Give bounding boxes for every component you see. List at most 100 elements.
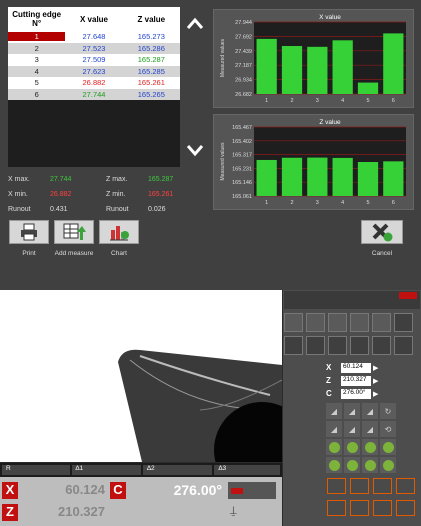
jog-button[interactable] xyxy=(326,439,342,455)
c-angle-field[interactable]: 276.00° xyxy=(341,388,371,399)
jog-button[interactable] xyxy=(380,457,396,473)
cell-x: 27.623 xyxy=(82,66,106,76)
jog-button[interactable]: ◢ xyxy=(362,421,378,437)
bar-chart-icon xyxy=(110,226,129,241)
zmin-label: Z min. xyxy=(106,191,126,198)
y-axis-label: Measured values xyxy=(220,38,226,77)
bar xyxy=(307,157,328,196)
delta1-field[interactable]: ∆1 xyxy=(71,465,141,475)
cancel-icon xyxy=(372,223,393,242)
jog-arrow-icon xyxy=(346,459,358,471)
print-button[interactable] xyxy=(9,220,49,244)
jog-button[interactable] xyxy=(362,457,378,473)
xmin-value: 26.882 xyxy=(50,191,72,198)
function-button[interactable] xyxy=(350,500,369,516)
cell-z: 165.285 xyxy=(137,66,165,76)
zmin-value: 165.261 xyxy=(148,191,174,198)
x-coordinate-field[interactable]: 60.124 xyxy=(341,362,371,373)
cell-n: 3 xyxy=(34,55,39,65)
function-button[interactable] xyxy=(396,500,415,516)
delta2-field[interactable]: ∆2 xyxy=(142,465,213,475)
table-row[interactable]: 3 27.509 165.287 xyxy=(8,54,180,66)
jog-button[interactable]: ↻ xyxy=(380,403,396,419)
function-button[interactable] xyxy=(373,500,392,516)
tool-thumbnail[interactable] xyxy=(306,336,325,355)
x-runout-value: 0.431 xyxy=(50,206,68,213)
y-tick-label: 165.317 xyxy=(232,153,252,159)
y-tick-label: 27.944 xyxy=(235,20,252,26)
y-tick-label: 165.467 xyxy=(232,125,252,131)
tool-thumbnail[interactable] xyxy=(328,313,347,332)
pin-icon[interactable]: ⍊ xyxy=(230,505,244,519)
chart-title: X value xyxy=(319,14,341,21)
x-tick-label: 4 xyxy=(341,98,344,104)
table-row[interactable]: 6 27.744 165.265 xyxy=(8,88,180,100)
function-button[interactable] xyxy=(396,478,415,494)
bar xyxy=(357,82,379,94)
bar xyxy=(383,161,404,196)
chevron-up-icon xyxy=(186,17,204,29)
jog-button[interactable]: ◢ xyxy=(344,421,360,437)
z-arrow-icon[interactable]: ▶ xyxy=(373,377,378,385)
table-row[interactable]: 5 26.882 165.261 xyxy=(8,77,180,89)
table-row[interactable]: 1 27.648 165.273 xyxy=(8,31,180,43)
cell-x: 26.882 xyxy=(82,78,106,88)
alert-indicator[interactable] xyxy=(399,292,417,299)
x-tick-label: 5 xyxy=(366,200,369,206)
tool-camera-view[interactable] xyxy=(0,290,282,462)
jog-button[interactable] xyxy=(344,439,360,455)
add-measure-button[interactable] xyxy=(54,220,94,244)
jog-button[interactable]: ◢ xyxy=(362,403,378,419)
jog-button[interactable]: ◢ xyxy=(344,403,360,419)
jog-button[interactable] xyxy=(380,439,396,455)
function-buttons xyxy=(327,478,419,522)
x-big-value: 60.124 xyxy=(65,482,105,497)
tool-thumbnail[interactable] xyxy=(284,336,303,355)
cancel-button[interactable] xyxy=(361,220,403,244)
tool-thumbnail[interactable] xyxy=(306,313,325,332)
scroll-up-button[interactable] xyxy=(184,14,206,32)
function-button[interactable] xyxy=(327,500,346,516)
r-field[interactable]: R xyxy=(2,465,70,475)
function-button[interactable] xyxy=(373,478,392,494)
tool-thumbnail[interactable] xyxy=(372,336,391,355)
x-tick-label: 3 xyxy=(316,200,319,206)
z-coordinate-field[interactable]: 210.327 xyxy=(341,375,371,386)
delta3-field[interactable]: ∆3 xyxy=(214,465,280,475)
cell-z: 165.273 xyxy=(137,32,165,42)
tool-thumbnail[interactable] xyxy=(350,336,369,355)
function-button[interactable] xyxy=(327,478,346,494)
chart-button[interactable] xyxy=(99,220,139,244)
bar xyxy=(332,40,353,94)
c-axis-label: C xyxy=(326,389,332,398)
tool-thumbnail[interactable] xyxy=(328,336,347,355)
jog-button[interactable] xyxy=(326,457,342,473)
scroll-down-button[interactable] xyxy=(184,142,206,160)
jog-button[interactable] xyxy=(344,457,360,473)
jog-button[interactable]: ◢ xyxy=(326,403,342,419)
y-tick-label: 27.439 xyxy=(235,49,252,55)
x-value-chart: X value Measured values 27.944 27.692 27.439… xyxy=(213,9,414,108)
cell-n: 5 xyxy=(34,78,39,88)
cell-x: 27.648 xyxy=(82,32,106,42)
jog-button[interactable]: ⟲ xyxy=(380,421,396,437)
tool-thumbnail[interactable] xyxy=(394,313,413,332)
tool-thumbnail[interactable] xyxy=(284,313,303,332)
x-axis-label: X xyxy=(326,363,332,372)
y-tick-label: 26.934 xyxy=(235,78,252,84)
function-button[interactable] xyxy=(350,478,369,494)
table-row[interactable]: 4 27.623 165.285 xyxy=(8,65,180,77)
tool-info-badge[interactable] xyxy=(228,482,276,499)
c-arrow-icon[interactable]: ▶ xyxy=(373,390,378,398)
tool-thumbnail[interactable] xyxy=(350,313,369,332)
table-row[interactable]: 2 27.523 165.286 xyxy=(8,42,180,54)
z-runout-value: 0.026 xyxy=(148,206,166,213)
holder-icon xyxy=(231,487,243,494)
cutting-edge-table: Cutting edge N° X value Z value 1 27.648 1… xyxy=(8,7,180,167)
jog-button[interactable] xyxy=(362,439,378,455)
jog-button[interactable]: ◢ xyxy=(326,421,342,437)
tool-thumbnail[interactable] xyxy=(372,313,391,332)
x-arrow-icon[interactable]: ▶ xyxy=(373,364,378,372)
tool-thumbnail[interactable] xyxy=(394,336,413,355)
bar xyxy=(281,157,303,196)
